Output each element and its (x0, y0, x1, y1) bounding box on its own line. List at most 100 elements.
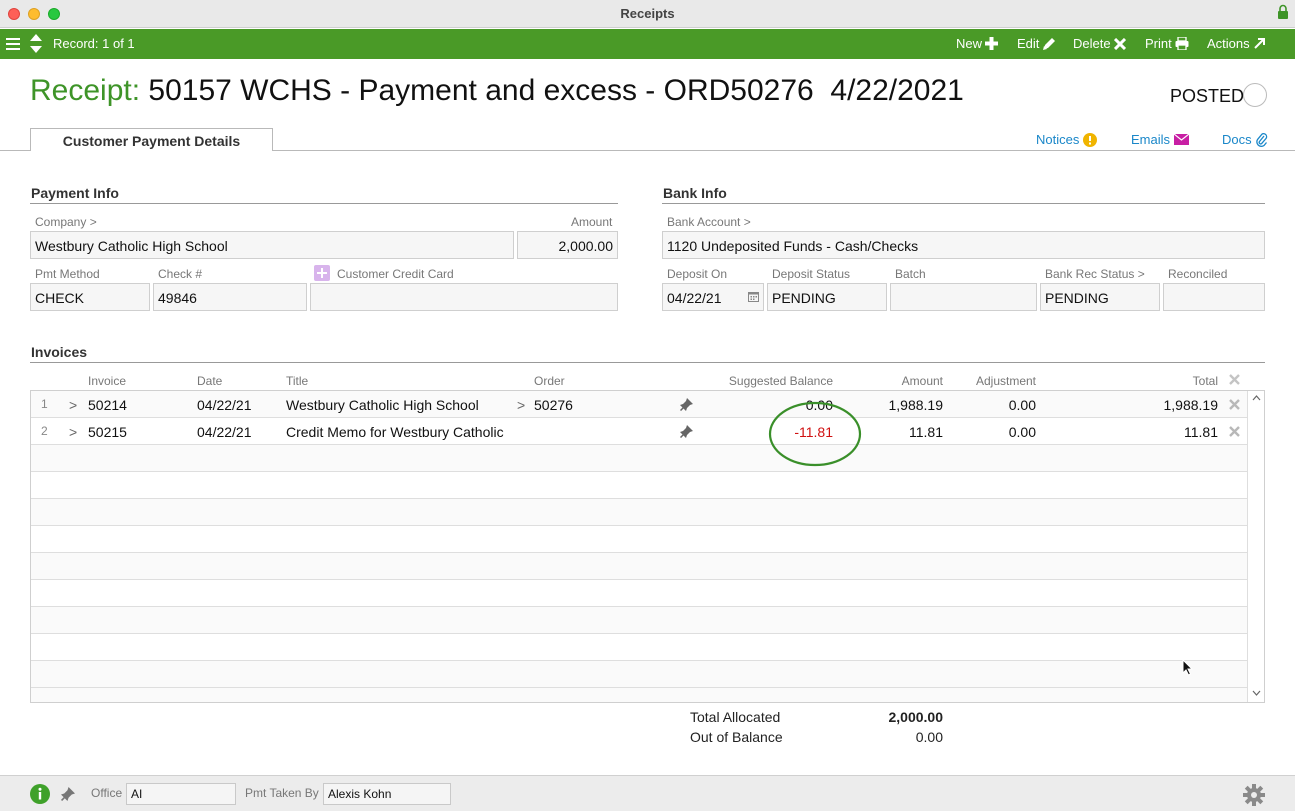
window-titlebar: Receipts (0, 0, 1295, 28)
table-row[interactable]: 2 > 50215 04/22/21 Credit Memo for Westb… (31, 418, 1248, 445)
col-title[interactable]: Title (286, 374, 308, 388)
title-cell: Westbury Catholic High School (286, 397, 479, 413)
office-label: Office (91, 786, 123, 800)
lock-icon (1278, 4, 1288, 19)
empty-row (31, 472, 1248, 499)
calendar-icon[interactable] (748, 291, 759, 302)
edit-button[interactable]: Edit (1017, 36, 1056, 51)
amount-cell[interactable]: 11.81 (863, 424, 943, 440)
window-title: Receipts (620, 6, 675, 21)
col-invoice[interactable]: Invoice (88, 374, 126, 388)
check-number-field[interactable]: 49846 (153, 283, 307, 311)
col-suggested-balance[interactable]: Suggested Balance (713, 374, 833, 388)
docs-link[interactable]: Docs (1222, 132, 1268, 147)
print-button[interactable]: Print (1145, 36, 1189, 51)
info-icon[interactable] (30, 784, 50, 804)
x-icon (1113, 37, 1126, 50)
record-counter: Record: 1 of 1 (53, 36, 135, 51)
gear-icon[interactable] (1242, 783, 1266, 807)
pin-icon[interactable] (61, 787, 75, 801)
bank-account-field[interactable]: 1120 Undeposited Funds - Cash/Checks (662, 231, 1265, 259)
delete-button[interactable]: Delete (1073, 36, 1126, 51)
reconciled-label: Reconciled (1168, 267, 1228, 281)
payment-info-divider (30, 203, 618, 204)
notices-link[interactable]: Notices (1036, 132, 1098, 147)
col-amount[interactable]: Amount (863, 374, 943, 388)
invoices-grid: 1 > 50214 04/22/21 Westbury Catholic Hig… (30, 390, 1265, 703)
total-cell: 11.81 (1184, 424, 1218, 440)
delete-label: Delete (1073, 36, 1111, 51)
amount-field[interactable]: 2,000.00 (517, 231, 618, 259)
deposit-status-field[interactable]: PENDING (767, 283, 887, 311)
paperclip-icon (1255, 132, 1267, 147)
table-row[interactable]: 1 > 50214 04/22/21 Westbury Catholic Hig… (31, 391, 1248, 418)
edit-label: Edit (1017, 36, 1040, 51)
posted-toggle[interactable] (1243, 83, 1267, 107)
office-field[interactable]: AI (126, 783, 236, 805)
amount-label: Amount (571, 215, 613, 229)
pin-icon[interactable] (680, 398, 693, 411)
empty-row (31, 499, 1248, 526)
company-label[interactable]: Company > (35, 215, 97, 229)
batch-field[interactable] (890, 283, 1037, 311)
menu-icon[interactable] (6, 37, 20, 51)
deposit-status-label: Deposit Status (772, 267, 851, 281)
row-expand-icon[interactable]: > (69, 424, 77, 440)
adjustment-cell[interactable]: 0.00 (956, 424, 1036, 440)
bank-rec-status-label[interactable]: Bank Rec Status > (1045, 267, 1145, 281)
date-cell: 04/22/21 (197, 397, 252, 413)
batch-label: Batch (895, 267, 926, 281)
chevron-down-icon[interactable] (1252, 690, 1261, 696)
bank-info-title: Bank Info (663, 185, 727, 201)
pmt-method-field[interactable]: CHECK (30, 283, 150, 311)
new-label: New (956, 36, 983, 51)
credit-card-field[interactable] (310, 283, 618, 311)
add-credit-card-icon[interactable] (314, 265, 330, 281)
new-button[interactable]: New (956, 36, 999, 51)
order-cell[interactable]: 50276 (534, 397, 573, 413)
remove-row-icon[interactable] (1229, 426, 1240, 437)
plus-icon (985, 37, 999, 50)
check-number-label: Check # (158, 267, 203, 281)
amount-cell[interactable]: 1,988.19 (863, 397, 944, 413)
total-allocated-label: Total Allocated (690, 709, 781, 725)
reconciled-field[interactable] (1163, 283, 1265, 311)
page-title: Receipt: 50157 WCHS - Payment and excess… (30, 74, 964, 108)
col-total[interactable]: Total (1118, 374, 1218, 388)
empty-row (31, 445, 1248, 472)
invoices-divider (30, 362, 1265, 363)
row-number: 2 (41, 424, 48, 438)
pmt-taken-by-field[interactable]: Alexis Kohn (323, 783, 451, 805)
company-field[interactable]: Westbury Catholic High School (30, 231, 514, 259)
pin-icon[interactable] (680, 425, 693, 438)
remove-row-icon[interactable] (1229, 399, 1240, 410)
grid-scrollbar[interactable] (1247, 391, 1264, 702)
bank-account-label[interactable]: Bank Account > (667, 215, 751, 229)
col-adjustment[interactable]: Adjustment (956, 374, 1036, 388)
credit-card-label: Customer Credit Card (337, 267, 454, 281)
empty-row (31, 526, 1248, 553)
notices-label: Notices (1036, 132, 1080, 147)
pmt-method-label: Pmt Method (35, 267, 100, 281)
row-expand-icon[interactable]: > (69, 397, 77, 413)
col-date[interactable]: Date (197, 374, 222, 388)
clear-all-icon[interactable] (1229, 374, 1240, 385)
bank-rec-status-field[interactable]: PENDING (1040, 283, 1160, 311)
col-order[interactable]: Order (534, 374, 565, 388)
alert-icon (1083, 132, 1098, 147)
mouse-cursor-icon (1182, 659, 1193, 676)
order-link-icon[interactable]: > (517, 397, 525, 413)
emails-link[interactable]: Emails (1131, 132, 1190, 147)
record-nav-arrows-icon[interactable] (29, 33, 43, 55)
tab-customer-payment-details[interactable]: Customer Payment Details (30, 128, 273, 151)
page-title-label: Receipt: (30, 74, 141, 107)
adjustment-cell[interactable]: 0.00 (956, 397, 1036, 413)
empty-row (31, 661, 1248, 688)
actions-button[interactable]: Actions (1207, 36, 1266, 51)
total-allocated-value: 2,000.00 (888, 709, 944, 725)
invoice-cell[interactable]: 50215 (88, 424, 127, 440)
date-cell: 04/22/21 (197, 424, 252, 440)
status-label: POSTED (1170, 86, 1245, 106)
invoice-cell[interactable]: 50214 (88, 397, 127, 413)
chevron-up-icon[interactable] (1252, 395, 1261, 401)
